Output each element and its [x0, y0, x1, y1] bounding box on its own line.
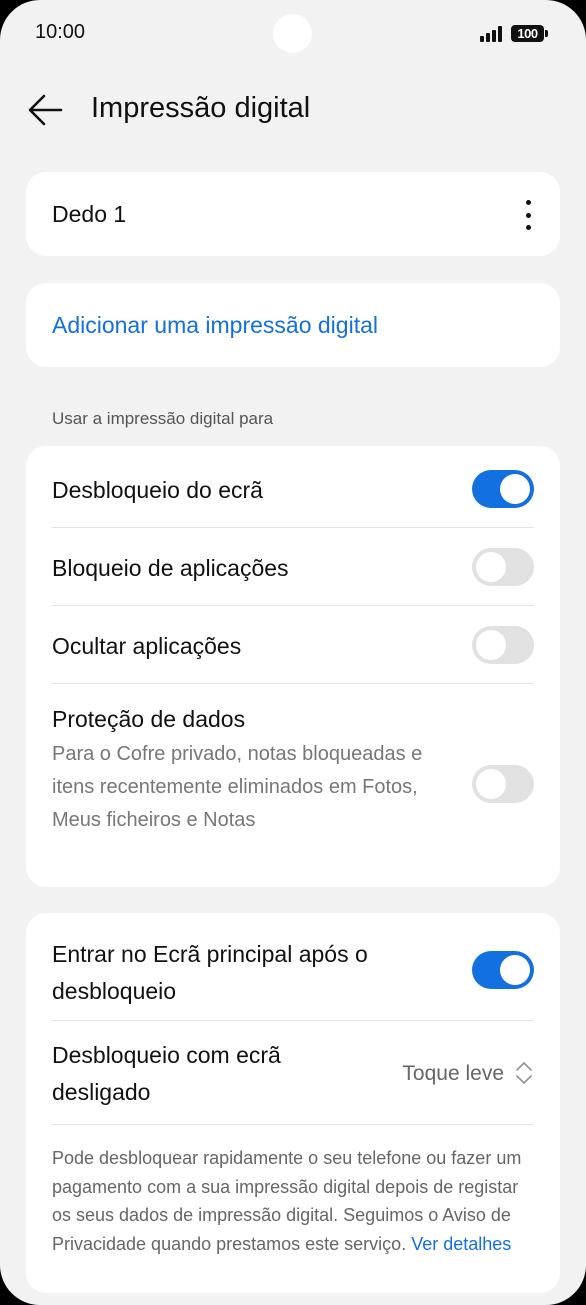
option-data-protection-label: Proteção de dados — [52, 706, 246, 732]
footer-note: Pode desbloquear rapidamente o seu telef… — [52, 1144, 534, 1258]
battery-icon: 100 — [511, 25, 548, 42]
status-time: 10:00 — [35, 21, 86, 43]
screen-unlock-toggle[interactable] — [472, 470, 534, 508]
home-after-unlock-label: Entrar no Ecrã principal após o desbloqu… — [52, 941, 368, 1004]
divider — [52, 1020, 534, 1021]
option-screen-unlock-label: Desbloqueio do ecrã — [52, 477, 263, 503]
up-down-chevron-icon[interactable] — [514, 1059, 534, 1087]
screen: 10:00 100 Impressão digital Dedo 1 Adici… — [0, 0, 586, 1305]
option-hide-apps-label: Ocultar aplicações — [52, 633, 242, 659]
data-protection-description: Para o Cofre privado, notas bloqueadas e… — [52, 743, 423, 831]
page-title: Impressão digital — [91, 92, 311, 124]
options-card: Desbloqueio do ecrã Bloqueio de aplicaçõ… — [26, 446, 560, 887]
screen-off-unlock-label: Desbloqueio com ecrã desligado — [52, 1042, 281, 1105]
unlock-settings-card: Entrar no Ecrã principal após o desbloqu… — [26, 913, 560, 1293]
add-fingerprint-card[interactable]: Adicionar uma impressão digital — [26, 283, 560, 367]
screen-off-unlock-value[interactable]: Toque leve — [402, 1062, 504, 1086]
option-app-lock-label: Bloqueio de aplicações — [52, 555, 289, 581]
more-options-icon[interactable] — [524, 200, 532, 230]
finger-card[interactable]: Dedo 1 — [26, 172, 560, 256]
app-lock-toggle[interactable] — [472, 548, 534, 586]
divider — [52, 527, 534, 528]
section-label: Usar a impressão digital para — [52, 409, 274, 428]
divider — [52, 605, 534, 606]
add-fingerprint-link[interactable]: Adicionar uma impressão digital — [52, 312, 378, 339]
divider — [52, 683, 534, 684]
front-camera — [273, 14, 312, 53]
home-after-unlock-toggle[interactable] — [472, 951, 534, 989]
signal-icon — [480, 26, 502, 42]
hide-apps-toggle[interactable] — [472, 626, 534, 664]
finger-label: Dedo 1 — [52, 201, 127, 227]
back-arrow-icon[interactable] — [27, 93, 63, 127]
data-protection-toggle[interactable] — [472, 765, 534, 803]
details-link[interactable]: Ver detalhes — [411, 1234, 511, 1254]
divider — [52, 1124, 534, 1125]
